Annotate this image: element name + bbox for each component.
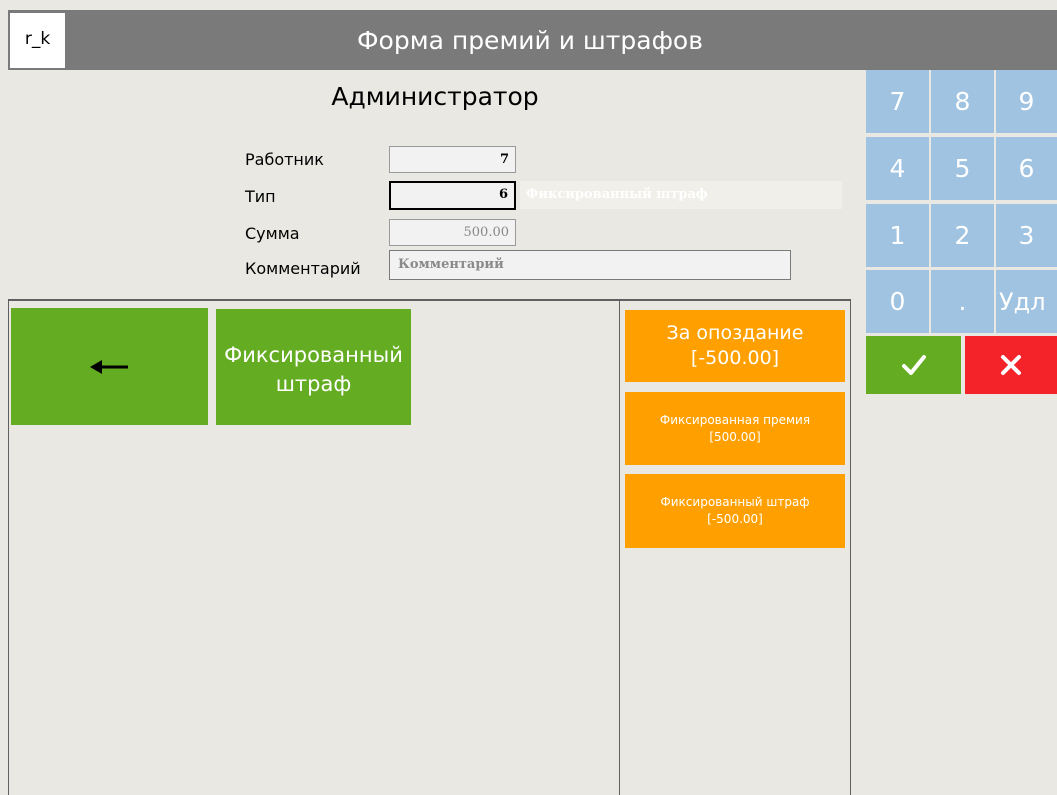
- comment-field[interactable]: Комментарий: [389, 250, 791, 280]
- ok-button[interactable]: [866, 336, 961, 394]
- window-title: Форма премий и штрафов: [357, 26, 703, 55]
- employee-field[interactable]: 7: [389, 146, 516, 173]
- list-item-label: За опоздание: [666, 322, 804, 344]
- key-2[interactable]: 2: [931, 204, 994, 267]
- amount-field[interactable]: 500.00: [389, 219, 516, 246]
- section-divider: [8, 299, 851, 301]
- comment-label: Комментарий: [245, 259, 361, 278]
- list-item[interactable]: За опоздание [-500.00]: [625, 310, 845, 382]
- key-5[interactable]: 5: [931, 137, 994, 200]
- close-icon: [1001, 355, 1021, 375]
- list-item-label: Фиксированный штраф: [660, 495, 810, 509]
- list-item-label: Фиксированная премия: [659, 412, 811, 427]
- key-0[interactable]: 0: [866, 270, 929, 333]
- key-decimal[interactable]: .: [931, 270, 994, 333]
- key-8[interactable]: 8: [931, 70, 994, 133]
- key-9[interactable]: 9: [996, 70, 1057, 133]
- user-name: Администратор: [331, 82, 539, 111]
- employee-label: Работник: [245, 150, 324, 169]
- type-name-display: Фиксированный штраф: [520, 181, 842, 209]
- key-7[interactable]: 7: [866, 70, 929, 133]
- arrow-left-icon: [89, 359, 128, 374]
- key-1[interactable]: 1: [866, 204, 929, 267]
- key-3[interactable]: 3: [996, 204, 1057, 267]
- list-item-amount: [-500.00]: [690, 347, 780, 369]
- key-6[interactable]: 6: [996, 137, 1057, 200]
- type-field[interactable]: 6: [389, 181, 516, 210]
- list-item[interactable]: Фиксированный штраф [-500.00]: [625, 474, 845, 548]
- list-item[interactable]: Фиксированная премия [500.00]: [625, 392, 845, 465]
- key-delete[interactable]: Удл: [996, 270, 1057, 333]
- cancel-button[interactable]: [965, 336, 1057, 394]
- panel-divider-right: [850, 299, 851, 795]
- type-category-button[interactable]: Фиксированный штраф: [216, 309, 411, 425]
- type-label: Тип: [245, 187, 276, 206]
- checkmark-icon: [901, 355, 926, 375]
- list-item-amount: [-500.00]: [707, 512, 763, 526]
- panel-divider: [619, 299, 620, 795]
- list-item-amount: [500.00]: [709, 429, 761, 444]
- back-button[interactable]: [11, 308, 208, 425]
- left-border: [8, 299, 9, 795]
- app-logo: r_k: [10, 13, 65, 68]
- key-4[interactable]: 4: [866, 137, 929, 200]
- amount-label: Сумма: [245, 224, 300, 243]
